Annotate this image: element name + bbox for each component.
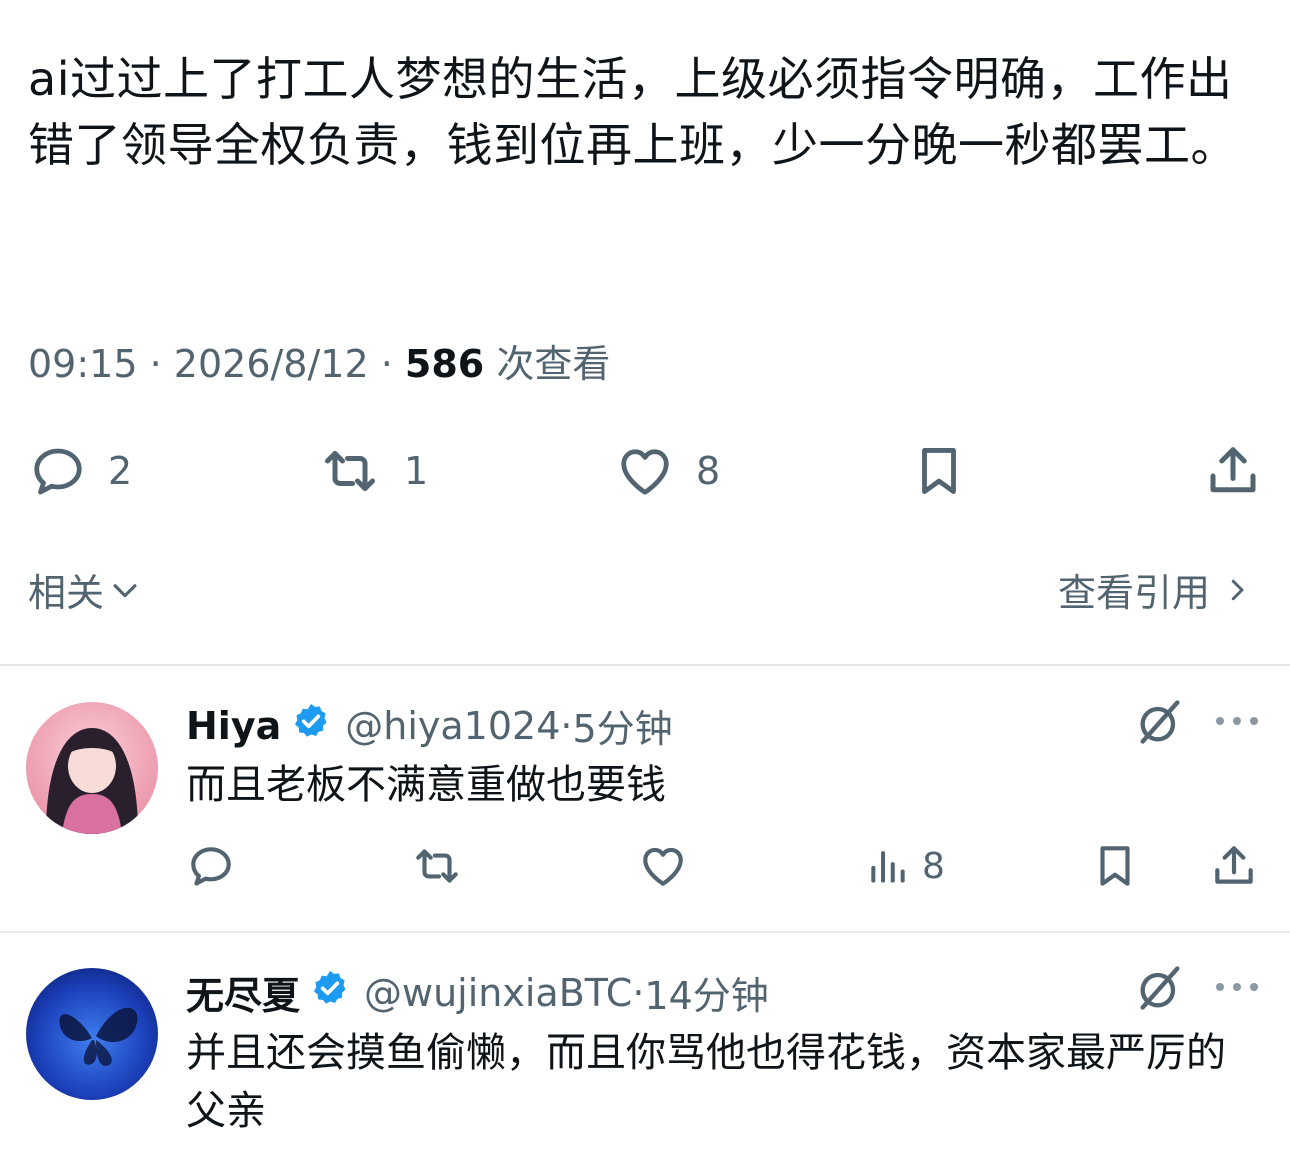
reply-like-action[interactable]	[636, 836, 690, 896]
like-action[interactable]: 8	[614, 436, 720, 506]
share-icon[interactable]	[1200, 441, 1266, 501]
post-time: 09:15	[28, 342, 138, 386]
reply-time: 5分钟	[572, 707, 673, 751]
bookmark-icon[interactable]	[910, 441, 968, 501]
meta-separator: ·	[380, 342, 393, 386]
bookmark-action[interactable]	[910, 436, 968, 506]
divider	[0, 664, 1290, 666]
meta-separator: ·	[560, 703, 573, 748]
retweet-icon[interactable]	[316, 441, 384, 501]
more-icon[interactable]	[1212, 706, 1262, 740]
more-icon[interactable]	[1212, 972, 1262, 1006]
avatar[interactable]	[26, 968, 158, 1100]
reply-icon[interactable]	[28, 441, 88, 501]
reply-count: 2	[108, 449, 133, 493]
retweet-action[interactable]: 1	[316, 436, 428, 506]
related-toggle[interactable]: 相关	[28, 562, 142, 617]
divider	[0, 931, 1290, 933]
grok-icon[interactable]	[1134, 962, 1186, 1018]
chevron-right-icon	[1222, 573, 1252, 607]
like-icon[interactable]	[636, 841, 690, 891]
grok-icon[interactable]	[1134, 696, 1186, 752]
verified-badge-icon	[310, 968, 350, 1017]
reply-handle[interactable]: @wujinxiaBTC	[364, 971, 632, 1015]
reply-views-count: 8	[922, 845, 945, 887]
bookmark-icon[interactable]	[1090, 841, 1140, 891]
reply-author-name[interactable]: Hiya	[186, 704, 281, 748]
reply-time: 14分钟	[644, 974, 769, 1018]
retweet-icon[interactable]	[408, 841, 466, 891]
reply-handle[interactable]: @hiya1024	[345, 704, 560, 748]
chevron-down-icon	[108, 573, 142, 607]
share-action[interactable]	[1200, 436, 1266, 506]
post-views-count: 586	[404, 342, 485, 386]
view-quotes-link[interactable]: 查看引用	[1058, 562, 1252, 617]
meta-separator: ·	[632, 970, 645, 1015]
reply-reply-action[interactable]	[186, 836, 236, 896]
related-label: 相关	[28, 571, 105, 615]
reply-retweet-action[interactable]	[408, 836, 466, 896]
reply-bookmark-action[interactable]	[1090, 836, 1140, 896]
share-icon[interactable]	[1208, 841, 1260, 891]
view-quotes-label: 查看引用	[1057, 571, 1210, 615]
like-icon[interactable]	[614, 441, 676, 501]
retweet-count: 1	[404, 449, 429, 493]
reply-share-action[interactable]	[1208, 836, 1260, 896]
post-text: ai过过上了打工人梦想的生活，上级必须指令明确，工作出错了领导全权负责，钱到位再…	[28, 52, 1237, 172]
reply-views-action[interactable]: 8	[866, 836, 945, 896]
reply-action[interactable]: 2	[28, 436, 132, 506]
meta-separator: ·	[149, 342, 162, 386]
reply-text: 而且老板不满意重做也要钱	[186, 762, 666, 808]
reply-header: 无尽夏 @wujinxiaBTC · 14分钟	[186, 965, 769, 1020]
post-views-label: 次查看	[496, 342, 611, 386]
reply-header: Hiya @hiya1024 · 5分钟	[186, 698, 673, 753]
post-date: 2026/8/12	[173, 342, 369, 386]
reply-author-name[interactable]: 无尽夏	[186, 965, 300, 1020]
views-icon[interactable]	[866, 841, 910, 891]
reply-text: 并且还会摸鱼偷懒，而且你骂他也得花钱，资本家最严厉的父亲	[186, 1030, 1226, 1134]
avatar[interactable]	[26, 702, 158, 834]
post-meta: 09:15 · 2026/8/12 · 586 次查看	[28, 338, 610, 390]
reply-icon[interactable]	[186, 841, 236, 891]
verified-badge-icon	[291, 701, 331, 750]
like-count: 8	[696, 449, 721, 493]
